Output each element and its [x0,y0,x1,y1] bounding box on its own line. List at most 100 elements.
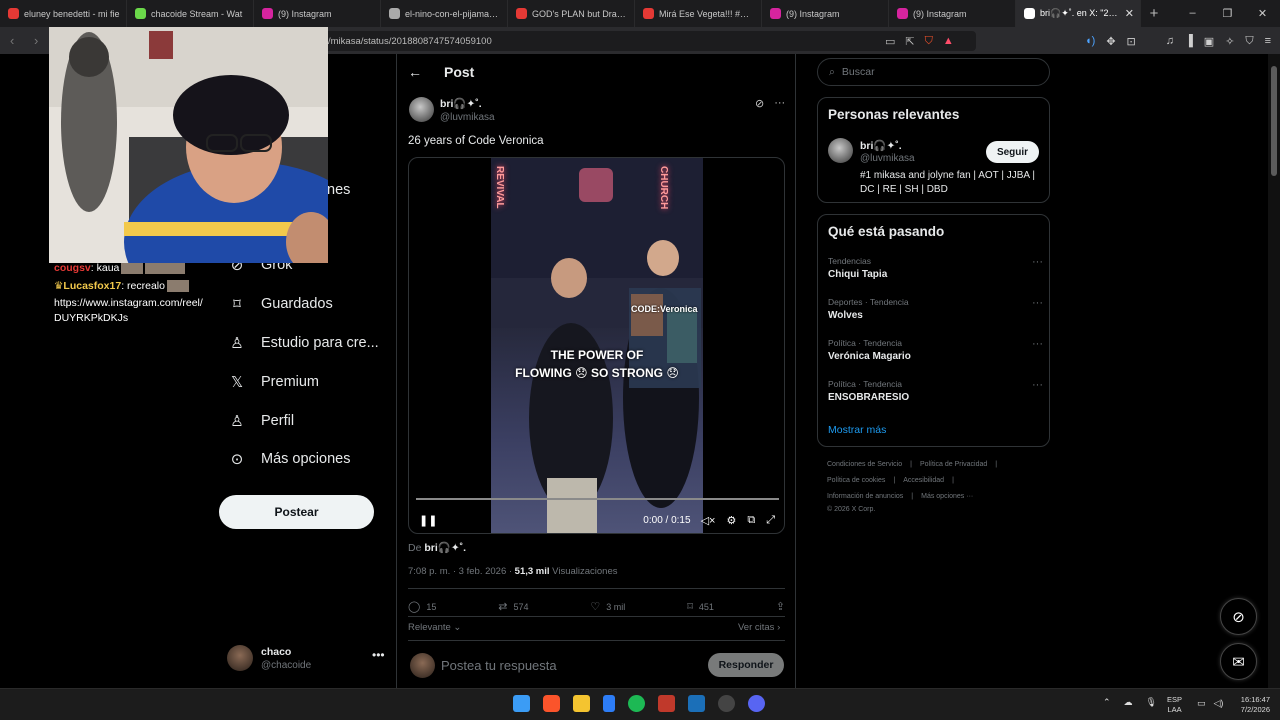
volume-icon[interactable]: ◁) [1214,698,1224,709]
author-avatar[interactable] [409,97,434,122]
share-button[interactable]: ⇪ [776,600,785,613]
brave-icon[interactable] [543,695,560,712]
media-icon[interactable]: ♫ [1166,35,1174,47]
author-name[interactable]: bri🎧✦˚. [440,97,482,110]
forward-arrow-icon[interactable]: › [34,33,48,48]
browser-tab[interactable]: chacoide Stream - Wat [127,0,254,27]
brave-rewards-icon[interactable]: ▲ [943,35,954,47]
new-tab-button[interactable]: + [1141,5,1167,22]
file-explorer-icon[interactable] [573,695,590,712]
vpn-icon[interactable]: ⛉ [1245,35,1253,48]
nav-item-premium[interactable]: 𝕏 Premium [228,373,319,391]
close-window-button[interactable]: ✕ [1245,7,1280,20]
pause-icon[interactable]: ❚❚ [419,514,437,527]
footer-link[interactable]: Política de Privacidad [920,461,987,468]
browser-tab[interactable]: (9) Instagram [889,0,1016,27]
wallet-icon[interactable]: ▣ [1204,35,1214,48]
steam-icon[interactable] [688,695,705,712]
chevron-up-icon[interactable]: ⌃ [1103,697,1111,708]
sidebar-icon[interactable]: ▐ [1185,35,1193,47]
address-bar[interactable]: /mikasa/status/2018808747574059100 [300,31,976,51]
reply-input[interactable]: Postea tu respuesta [441,658,557,673]
obs-icon[interactable] [718,695,735,712]
pip-icon[interactable]: ⧉ [747,514,755,527]
trend-item[interactable]: Deportes · Tendencia Wolves ··· [828,297,1043,321]
search-input[interactable]: ⌕ Buscar [817,58,1050,86]
footer-link[interactable]: Política de cookies [827,477,885,484]
reply-button[interactable]: ◯ 15 [408,600,436,613]
more-icon[interactable]: ··· [1032,256,1043,268]
back-arrow-icon[interactable]: ‹ [10,33,24,48]
cast-icon[interactable]: ▭ [885,35,895,48]
leo-ai-icon[interactable]: ✧ [1225,35,1234,48]
trend-item[interactable]: Política · Tendencia ENSOBRARESIO ··· [828,379,1043,403]
translate-icon[interactable]: ◖) [1085,35,1095,47]
settings-icon[interactable]: ⚙ [726,514,736,527]
spotify-icon[interactable] [628,695,645,712]
monitor-icon[interactable]: ▭ [1197,698,1206,709]
messages-fab-button[interactable]: ✉ [1220,643,1257,680]
sort-replies-dropdown[interactable]: Relevante ⌄ [408,622,461,633]
follow-button[interactable]: Seguir [986,141,1039,163]
post-timestamp[interactable]: 7:08 p. m. · 3 feb. 2026 · [408,566,515,577]
cloud-icon[interactable]: ☁ [1124,697,1133,708]
nav-item-profile[interactable]: ♙ Perfil [228,412,294,430]
user-name[interactable]: bri🎧✦˚. [860,139,902,152]
more-icon[interactable]: ··· [1032,379,1043,391]
video-player[interactable]: REVIVAL CHURCH CODE:Veronica THE POWER O… [408,157,785,534]
nav-item-bookmarks[interactable]: ⌑ Guardados [228,295,333,313]
author-handle[interactable]: @luvmikasa [440,112,495,123]
maximize-button[interactable]: ❐ [1210,7,1245,20]
more-icon[interactable]: ··· [774,97,785,110]
menu-icon[interactable]: ≡ [1265,35,1271,47]
avatar[interactable] [828,138,853,163]
back-arrow-icon[interactable]: ← [408,64,422,80]
app-icon[interactable] [658,695,675,712]
trend-item[interactable]: Política · Tendencia Verónica Magario ··… [828,338,1043,362]
more-icon[interactable]: ··· [1032,297,1043,309]
nav-item-studio[interactable]: ♙ Estudio para cre... [228,334,378,352]
bing-icon[interactable] [603,695,615,712]
reply-submit-button[interactable]: Responder [708,653,784,677]
bookmark-button[interactable]: ⌑ 451 [687,600,714,613]
more-icon[interactable]: ··· [1032,338,1043,350]
microphone-icon[interactable]: 🎙 [1146,697,1157,708]
fullscreen-icon[interactable]: ⤢ [766,514,775,527]
grok-icon[interactable]: ⊘ [755,97,764,110]
trend-item[interactable]: Tendencias Chiqui Tapia ··· [828,256,1043,280]
discord-icon[interactable] [748,695,765,712]
minimize-button[interactable]: – [1175,7,1210,20]
scrollbar-thumb[interactable] [1271,66,1277,176]
extensions-icon[interactable]: ✥ [1106,35,1115,48]
footer-link[interactable]: Condiciones de Servicio [827,461,902,468]
more-icon[interactable]: ••• [372,648,385,662]
source-author[interactable]: bri🎧✦˚. [424,542,466,554]
grok-fab-button[interactable]: ⊘ [1220,598,1257,635]
show-more-link[interactable]: Mostrar más [828,424,886,436]
account-switcher[interactable]: chaco @chacoide ••• [227,644,387,676]
windows-start-icon[interactable] [513,695,530,712]
video-frame[interactable]: REVIVAL CHURCH CODE:Veronica THE POWER O… [491,158,703,533]
close-tab-icon[interactable]: ✕ [1125,7,1134,20]
mute-icon[interactable]: ◁× [701,514,716,527]
browser-tab[interactable]: bri🎧✦˚. en X: "26 ye ✕ [1016,0,1141,27]
footer-link[interactable]: Información de anuncios [827,493,903,500]
browser-tab[interactable]: Mirá Ese Vegeta!!! #Drago [635,0,762,27]
screenshot-icon[interactable]: ⊡ [1127,35,1136,48]
clock[interactable]: 16:16:47 7/2/2026 [1230,695,1270,715]
view-quotes-link[interactable]: Ver citas › [738,622,780,633]
brave-shield-icon[interactable]: ⛉ [925,35,933,48]
browser-tab[interactable]: GOD's PLAN but Drake st [508,0,635,27]
language-indicator[interactable]: ESP LAA [1167,695,1182,715]
retweet-button[interactable]: ⇄ 574 [498,600,528,613]
nav-item-more[interactable]: ⊙ Más opciones [228,450,351,468]
share-page-icon[interactable]: ⇱ [905,35,914,48]
browser-tab[interactable]: el-nino-con-el-pijama-de- [381,0,508,27]
browser-tab[interactable]: (9) Instagram [254,0,381,27]
browser-tab[interactable]: (9) Instagram [762,0,889,27]
video-progress-bar[interactable] [416,498,779,500]
page-scrollbar[interactable] [1268,54,1280,688]
footer-link[interactable]: Accesibilidad [903,477,944,484]
user-handle[interactable]: @luvmikasa [860,153,915,164]
post-button[interactable]: Postear [219,495,374,529]
